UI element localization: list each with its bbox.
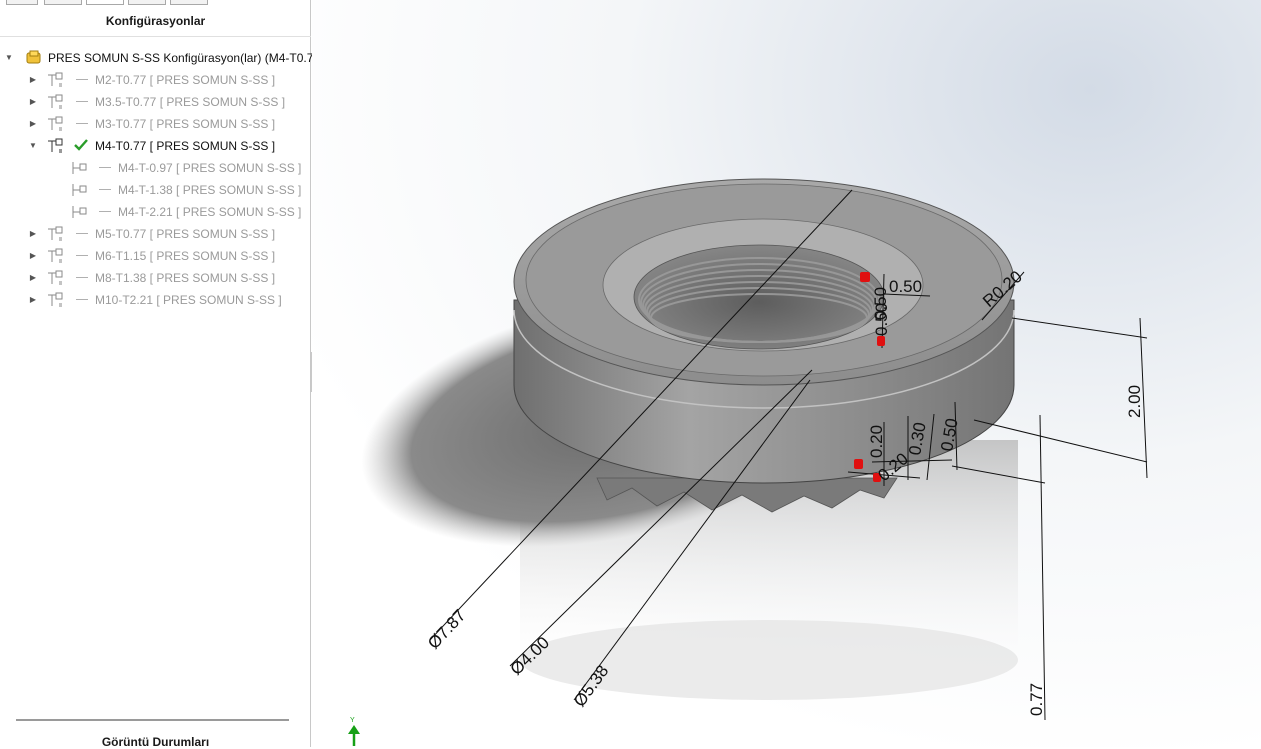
configuration-item[interactable]: ▼ M4-T0.77 [ PRES SOMUN S-SS ]: [0, 135, 311, 157]
expand-arrow-icon[interactable]: ▶: [27, 91, 39, 113]
expand-arrow-icon[interactable]: ▶: [27, 69, 39, 91]
derived-configuration-item[interactable]: M4-T-2.21 [ PRES SOMUN S-SS ]: [0, 201, 311, 223]
expand-arrow-icon[interactable]: ▶: [27, 267, 39, 289]
active-check-icon: [74, 139, 88, 151]
tree-item-label: PRES SOMUN S-SS Konfigürasyon(lar) (M4-T…: [48, 51, 325, 65]
configuration-icon: [72, 184, 87, 196]
triad-axis-label: Y: [350, 717, 355, 724]
inactive-dash-icon: [99, 167, 111, 168]
tree-item-label: M2-T0.77 [ PRES SOMUN S-SS ]: [95, 73, 276, 87]
title-divider: [0, 36, 311, 37]
configuration-icon: [48, 94, 63, 109]
inactive-dash-icon: [99, 211, 111, 212]
configuration-icon: [48, 226, 63, 241]
configuration-item[interactable]: ▶ M8-T1.38 [ PRES SOMUN S-SS ]: [0, 267, 311, 289]
inactive-dash-icon: [99, 189, 111, 190]
derived-configuration-item[interactable]: M4-T-0.97 [ PRES SOMUN S-SS ]: [0, 157, 311, 179]
collapse-arrow-icon[interactable]: ▼: [3, 47, 15, 69]
tree-item-label: M4-T-0.97 [ PRES SOMUN S-SS ]: [118, 161, 302, 175]
configuration-manager-tab[interactable]: [86, 0, 124, 5]
configuration-item[interactable]: ▶ M3-T0.77 [ PRES SOMUN S-SS ]: [0, 113, 311, 135]
tree-item-label: M4-T-1.38 [ PRES SOMUN S-SS ]: [118, 183, 302, 197]
tree-item-label: M10-T2.21 [ PRES SOMUN S-SS ]: [95, 293, 282, 307]
dim-small-a[interactable]: 0.20: [867, 425, 886, 458]
tree-item-label: M5-T0.77 [ PRES SOMUN S-SS ]: [95, 227, 276, 241]
inactive-dash-icon: [76, 233, 88, 234]
part-icon: [26, 50, 41, 64]
configuration-item[interactable]: ▶ M10-T2.21 [ PRES SOMUN S-SS ]: [0, 289, 311, 311]
dim-height[interactable]: 2.00: [1125, 385, 1144, 418]
feature-manager-tab[interactable]: [6, 0, 38, 5]
tree-item-label: M4-T-2.21 [ PRES SOMUN S-SS ]: [118, 205, 302, 219]
expand-arrow-icon[interactable]: ▶: [27, 289, 39, 311]
configuration-icon: [48, 138, 63, 153]
configuration-icon: [48, 270, 63, 285]
configuration-icon: [48, 116, 63, 131]
dim-chamfer-c[interactable]: 0.50: [872, 303, 891, 336]
dim-chamfer-a[interactable]: 0.50: [889, 277, 922, 296]
tree-item-label: M8-T1.38 [ PRES SOMUN S-SS ]: [95, 271, 276, 285]
derived-configuration-item[interactable]: M4-T-1.38 [ PRES SOMUN S-SS ]: [0, 179, 311, 201]
configuration-icon: [48, 292, 63, 307]
configuration-item[interactable]: ▶ M5-T0.77 [ PRES SOMUN S-SS ]: [0, 223, 311, 245]
tree-item-label: M6-T1.15 [ PRES SOMUN S-SS ]: [95, 249, 276, 263]
configuration-icon: [72, 206, 87, 218]
configuration-icon: [72, 162, 87, 174]
tree-item-label: M3-T0.77 [ PRES SOMUN S-SS ]: [95, 117, 276, 131]
configuration-icon: [48, 248, 63, 263]
panel-title: Konfigürasyonlar: [105, 14, 206, 28]
inactive-dash-icon: [76, 299, 88, 300]
panel-splitter-bar[interactable]: [16, 719, 289, 721]
graphics-viewport[interactable]: Ø7.87 Ø4.00 Ø5.38 2.00 0.77 R0.20 0.50 0…: [312, 0, 1261, 747]
tree-item-label: M3.5-T0.77 [ PRES SOMUN S-SS ]: [95, 95, 286, 109]
expand-arrow-icon[interactable]: ▶: [27, 223, 39, 245]
tree-root[interactable]: ▼ PRES SOMUN S-SS Konfigürasyon(lar) (M4-…: [0, 47, 324, 69]
configuration-icon: [48, 72, 63, 87]
configuration-manager-panel: Konfigürasyonlar ▼ PRES SOMUN S-SS Konfig…: [0, 0, 324, 749]
configuration-item[interactable]: ▶ M2-T0.77 [ PRES SOMUN S-SS ]: [0, 69, 311, 91]
expand-arrow-icon[interactable]: ▶: [27, 113, 39, 135]
configuration-item[interactable]: ▶ M6-T1.15 [ PRES SOMUN S-SS ]: [0, 245, 311, 267]
inactive-dash-icon: [76, 79, 88, 80]
dimxpert-manager-tab[interactable]: [128, 0, 166, 5]
display-manager-tab[interactable]: [170, 0, 208, 5]
manager-tab-strip: [0, 0, 311, 8]
inactive-dash-icon: [76, 123, 88, 124]
dim-shank[interactable]: 0.77: [1027, 683, 1046, 716]
inactive-dash-icon: [76, 277, 88, 278]
configuration-item[interactable]: ▶ M3.5-T0.77 [ PRES SOMUN S-SS ]: [0, 91, 311, 113]
collapse-arrow-icon[interactable]: ▼: [27, 135, 39, 157]
tree-item-label: M4-T0.77 [ PRES SOMUN S-SS ]: [95, 139, 276, 153]
inactive-dash-icon: [76, 255, 88, 256]
expand-arrow-icon[interactable]: ▶: [27, 245, 39, 267]
property-manager-tab[interactable]: [44, 0, 82, 5]
inactive-dash-icon: [76, 101, 88, 102]
